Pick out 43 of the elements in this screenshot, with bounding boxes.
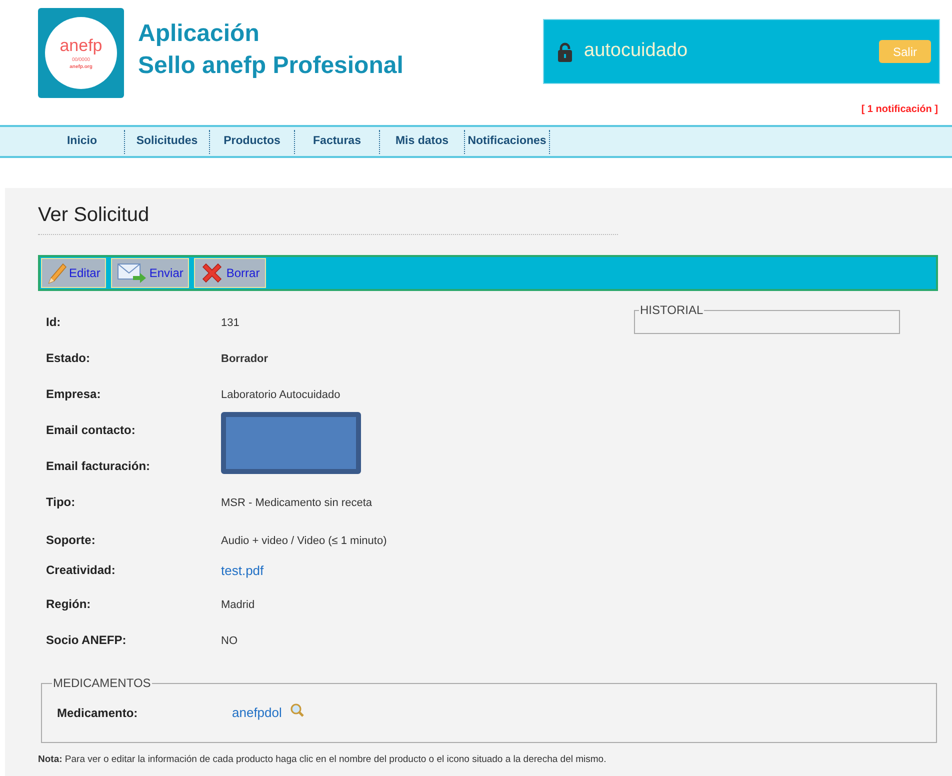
app-title: Aplicación [138,19,260,49]
field-label: Email facturación: [46,458,152,475]
medicine-link[interactable]: anefpdol [232,703,282,722]
nav-link[interactable]: Productos [210,130,295,154]
field-value: Laboratorio Autocuidado [221,388,342,403]
pencil-icon [47,262,67,284]
field-value: Madrid [221,598,256,613]
field-label: Creatividad: [46,562,116,579]
toolbar-button[interactable]: Editar [41,258,106,288]
page-title: Ver Solicitud [38,203,150,228]
field-label: Tipo: [46,494,76,511]
cross-icon [200,261,224,285]
nav-link[interactable]: Solicitudes [125,130,210,154]
field-label: Soporte: [46,532,96,549]
toolbar-button[interactable]: Borrar [194,258,266,288]
note-text: Nota: Para ver o editar la información de cada producto haga clic en el nombre del producto o el icono situado a la derecha del mismo. [38,753,608,767]
field-label: Email contacto: [46,422,136,439]
field-value: NO [221,634,238,649]
file-link[interactable]: test.pdf [221,561,264,580]
username: autocuidado [584,39,688,64]
field-value: MSR - Medicamento sin receta [221,496,373,511]
field-value: Borrador [221,352,270,367]
field-label: Estado: [46,350,92,367]
field-label: Medicamento: [57,704,139,722]
nav-link[interactable]: Facturas [295,130,380,154]
notifications-link[interactable]: [ 1 notificación ] [861,102,938,117]
field-value: Audio + video / Video (≤ 1 minuto) [221,534,388,549]
field-label: Socio ANEFP: [46,632,128,649]
medicines-legend: MEDICAMENTOS [52,677,152,689]
padlock-icon [558,42,572,62]
field-label: Región: [46,596,92,613]
nav-link[interactable]: Inicio [40,130,125,154]
toolbar-button[interactable]: Enviar [111,258,190,288]
magnifier-icon[interactable] [290,702,304,717]
field-label: Id: [46,314,62,331]
app-title: Sello anefp Profesional [138,51,404,81]
history-legend: HISTORIAL [639,304,704,316]
field-label: Empresa: [46,386,102,403]
nav-link[interactable]: Notificaciones [465,130,550,154]
nav-link[interactable]: Mis datos [380,130,465,154]
logo-text: anefp [60,36,102,54]
envelope-arrow-icon [117,262,148,284]
field-value: 131 [221,316,240,331]
